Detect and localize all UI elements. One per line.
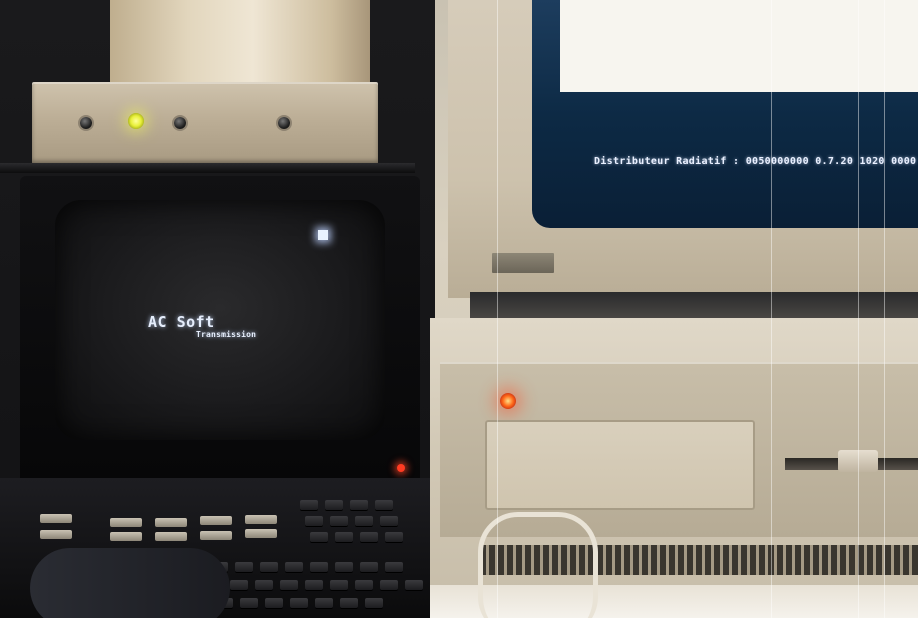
function-key	[110, 518, 142, 527]
keypad-key	[325, 500, 343, 510]
key	[285, 562, 303, 572]
keypad-key	[330, 516, 348, 526]
function-key	[200, 516, 232, 525]
pc-power-led	[500, 393, 516, 409]
key	[405, 580, 423, 590]
function-key	[200, 531, 232, 540]
keypad-key	[355, 516, 373, 526]
function-key	[155, 518, 187, 527]
scan-artifact	[884, 0, 885, 618]
knob-2	[174, 117, 186, 129]
keypad-key	[385, 532, 403, 542]
function-key	[40, 514, 72, 523]
key	[265, 598, 283, 608]
key	[335, 562, 353, 572]
keypad-key	[305, 516, 323, 526]
function-key	[245, 529, 277, 538]
key	[230, 580, 248, 590]
key	[385, 562, 403, 572]
foreground-object	[30, 548, 230, 618]
key	[235, 562, 253, 572]
cable-loop	[478, 512, 598, 618]
key	[380, 580, 398, 590]
keypad-key	[350, 500, 368, 510]
key	[340, 598, 358, 608]
minitel-screen-title: AC Soft	[148, 313, 215, 331]
photo-scene: AC Soft Transmission Distributeur Radiat…	[0, 0, 918, 618]
monitor-text-window	[560, 0, 918, 92]
minitel-power-led	[397, 464, 405, 472]
key	[365, 598, 383, 608]
scan-artifact	[771, 0, 772, 618]
keypad-key	[310, 532, 328, 542]
drive-bay-cover	[485, 420, 755, 510]
shelf-edge	[0, 163, 415, 173]
scan-artifact	[497, 0, 498, 618]
key	[310, 562, 328, 572]
keypad-key	[380, 516, 398, 526]
minitel-screen	[55, 200, 385, 440]
yellow-led-indicator	[128, 113, 144, 129]
function-key	[245, 515, 277, 524]
knob-3	[278, 117, 290, 129]
key	[260, 562, 278, 572]
key	[290, 598, 308, 608]
keypad-key	[375, 500, 393, 510]
screen-cursor	[318, 230, 328, 240]
monitor-status-line: Distributeur Radiatif : 0050000000 0.7.2…	[594, 156, 917, 167]
monitor-brand-badge	[492, 253, 554, 273]
key	[330, 580, 348, 590]
key	[255, 580, 273, 590]
keypad-key	[360, 532, 378, 542]
minitel-screen-subtitle: Transmission	[196, 330, 257, 339]
function-key	[155, 532, 187, 541]
keypad-key	[300, 500, 318, 510]
key	[315, 598, 333, 608]
function-key	[40, 530, 72, 539]
knob-1	[80, 117, 92, 129]
scan-artifact	[858, 0, 859, 618]
metal-panel	[110, 0, 370, 82]
key	[280, 580, 298, 590]
function-key	[110, 532, 142, 541]
key	[360, 562, 378, 572]
keypad-key	[335, 532, 353, 542]
key	[240, 598, 258, 608]
key	[305, 580, 323, 590]
key	[355, 580, 373, 590]
